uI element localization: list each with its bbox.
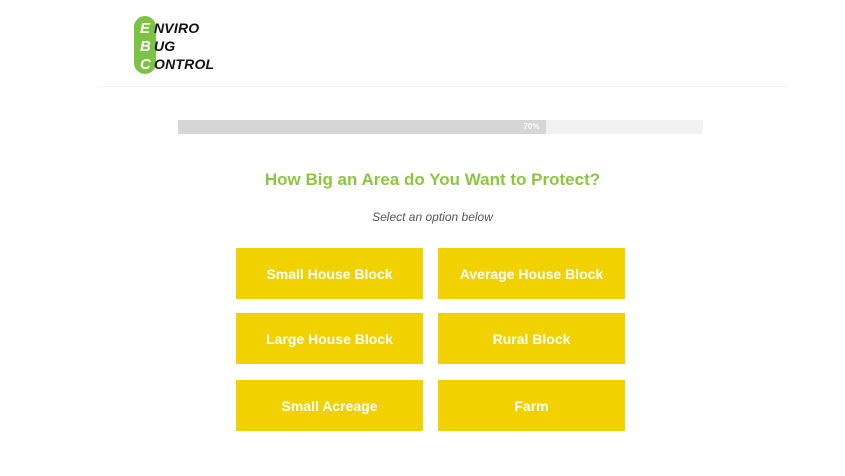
- logo-row-control: C ONTROL: [140, 55, 214, 73]
- question-title: How Big an Area do You Want to Protect?: [264, 170, 601, 189]
- option-rural-block-button[interactable]: Rural Block: [438, 313, 625, 364]
- logo-initial-e: E: [140, 20, 151, 37]
- site-header: E NVIRO B UG C ONTROL: [98, 0, 788, 87]
- question-subtitle: Select an option below: [372, 210, 493, 224]
- progress-bar-fill: 70%: [178, 120, 546, 134]
- option-large-house-block-button[interactable]: Large House Block: [236, 313, 423, 364]
- progress-percent-label: 70%: [523, 122, 540, 131]
- logo-initial-c: C: [140, 56, 151, 73]
- logo-text-nviro: NVIRO: [154, 20, 200, 36]
- logo-text-ontrol: ONTROL: [154, 56, 215, 72]
- option-small-house-block-button[interactable]: Small House Block: [236, 248, 423, 299]
- logo-initial-b: B: [140, 38, 151, 55]
- enviro-bug-control-logo[interactable]: E NVIRO B UG C ONTROL: [134, 14, 234, 78]
- logo-row-enviro: E NVIRO: [140, 19, 199, 37]
- option-small-acreage-button[interactable]: Small Acreage: [236, 380, 423, 431]
- logo-text-ug: UG: [154, 38, 176, 54]
- logo-row-bug: B UG: [140, 37, 175, 55]
- option-average-house-block-button[interactable]: Average House Block: [438, 248, 625, 299]
- quiz-progress-bar: 70%: [178, 120, 703, 134]
- option-farm-button[interactable]: Farm: [438, 380, 625, 431]
